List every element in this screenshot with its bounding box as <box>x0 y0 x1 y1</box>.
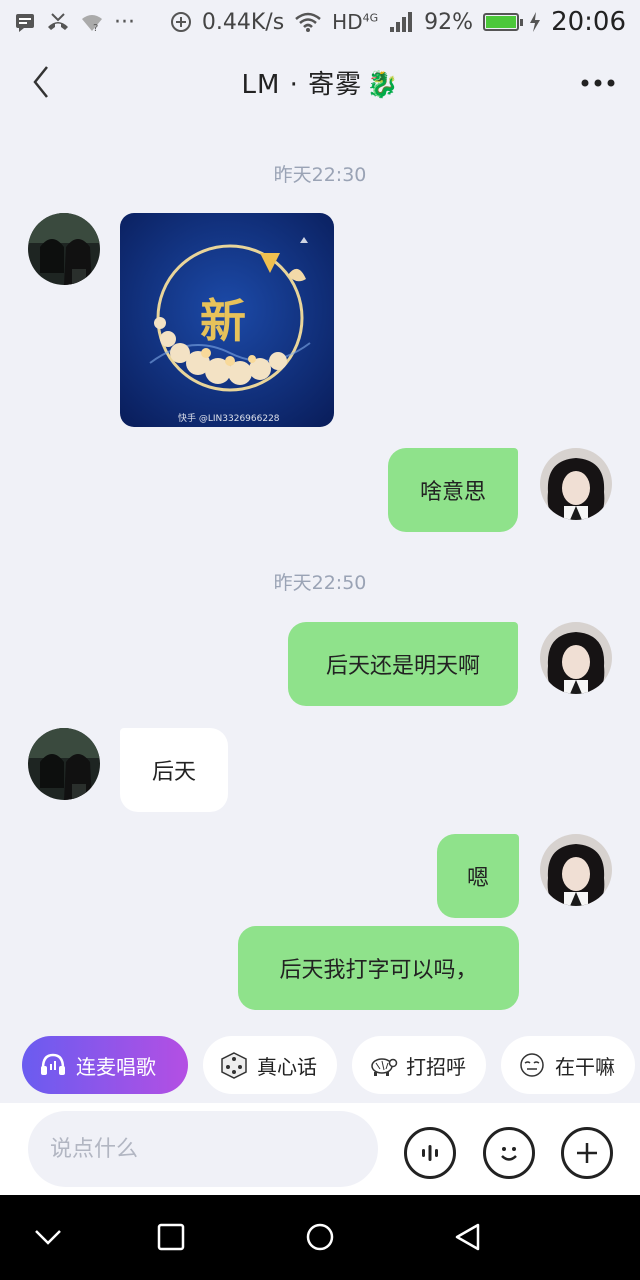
net-speed: 0.44K/s <box>201 9 285 35</box>
avatar-contact[interactable] <box>28 728 100 800</box>
system-nav-bar <box>0 1195 640 1280</box>
chat-header: LM · 寄雾 🐉 <box>0 44 640 120</box>
message-text: 啥意思 <box>419 480 486 505</box>
wifi-icon <box>294 11 322 33</box>
more-options-button[interactable] <box>578 68 618 98</box>
image-watermark: 快手 @LIN3326966228 <box>178 412 280 424</box>
triangle-back-icon <box>455 1223 480 1251</box>
battery-percent: 92% <box>424 9 474 35</box>
page-title: LM · 寄雾 🐉 <box>241 64 398 101</box>
contact-avatar-image <box>28 728 100 800</box>
contact-avatar-image <box>28 213 100 285</box>
home-button[interactable] <box>300 1217 340 1257</box>
voice-button[interactable] <box>404 1127 456 1179</box>
dragon-icon: 🐉 <box>366 69 399 100</box>
face-icon <box>517 1050 547 1080</box>
smiley-icon <box>501 1147 517 1161</box>
message-text: 后天我打字可以吗， <box>279 958 478 983</box>
avatar-self[interactable] <box>540 448 612 520</box>
quick-action-greet[interactable]: 打招呼 <box>352 1036 486 1094</box>
quick-action-truth[interactable]: 真心话 <box>203 1036 337 1094</box>
square-icon <box>157 1223 185 1251</box>
message-bubble-me[interactable]: 后天还是明天啊 <box>288 622 518 706</box>
voice-wave-icon <box>422 1145 438 1161</box>
back-button[interactable] <box>26 62 56 102</box>
system-back-button[interactable] <box>448 1217 488 1257</box>
self-avatar-image <box>540 448 612 520</box>
message-bubble-me[interactable]: 嗯 <box>437 834 519 918</box>
quick-action-sing[interactable]: 连麦唱歌 <box>22 1036 188 1094</box>
message-text: 嗯 <box>466 866 489 891</box>
image-character: 新 <box>200 294 246 348</box>
message-text: 后天 <box>151 760 196 785</box>
chip-label: 在干嘛 <box>555 1054 615 1079</box>
wifi-unknown-icon: ? <box>80 11 104 33</box>
plus-icon <box>577 1143 597 1163</box>
hide-keyboard-button[interactable] <box>28 1217 68 1257</box>
data-saver-icon <box>170 11 192 33</box>
quick-action-whatsup[interactable]: 在干嘛 <box>501 1036 635 1094</box>
more-notifications-icon: ··· <box>114 9 135 35</box>
avatar-self[interactable] <box>540 622 612 694</box>
circle-icon <box>306 1223 334 1251</box>
more-horizontal-icon <box>581 79 615 87</box>
battery-level-fill <box>486 16 516 28</box>
message-notification-icon <box>14 11 36 33</box>
status-bar: ? ··· 0.44K/s HD4G 92% 20:06 <box>0 0 640 44</box>
chevron-left-icon <box>33 66 48 98</box>
timestamp: 昨天22:30 <box>273 164 367 186</box>
avatar-self[interactable] <box>540 834 612 906</box>
chip-label: 真心话 <box>257 1054 317 1079</box>
charging-icon <box>529 11 541 33</box>
greeting-card-image: 新 快手 @LIN3326966228 <box>120 213 334 427</box>
network-type: HD4G <box>332 10 379 34</box>
message-bubble-me[interactable]: 后天我打字可以吗， <box>238 926 519 1010</box>
avatar-contact[interactable] <box>28 213 100 285</box>
recents-button[interactable] <box>151 1217 191 1257</box>
chevron-down-icon <box>35 1230 61 1245</box>
chat-title: LM · 寄雾 <box>241 69 363 100</box>
chip-label: 连麦唱歌 <box>76 1054 156 1079</box>
message-input[interactable] <box>28 1111 378 1187</box>
chip-label: 打招呼 <box>406 1054 466 1079</box>
clock: 20:06 <box>551 7 626 37</box>
turtle-icon <box>368 1050 398 1080</box>
message-composer <box>0 1103 640 1195</box>
emoji-button[interactable] <box>483 1127 535 1179</box>
self-avatar-image <box>540 622 612 694</box>
timestamp: 昨天22:50 <box>273 572 367 594</box>
message-bubble-them[interactable]: 后天 <box>120 728 228 812</box>
missed-call-icon <box>46 11 70 33</box>
self-avatar-image <box>540 834 612 906</box>
image-message[interactable]: 新 快手 @LIN3326966228 <box>120 213 334 427</box>
quick-actions-bar: 连麦唱歌 真心话 打招呼 在干嘛 <box>0 1030 640 1102</box>
message-bubble-me[interactable]: 啥意思 <box>388 448 518 532</box>
message-text: 后天还是明天啊 <box>325 654 480 679</box>
svg-text:?: ? <box>93 23 98 33</box>
signal-icon <box>388 11 414 33</box>
battery-icon <box>483 13 524 31</box>
headphones-icon <box>38 1050 68 1080</box>
add-attachment-button[interactable] <box>561 1127 613 1179</box>
dice-icon <box>219 1050 249 1080</box>
network-gen: 4G <box>362 11 379 25</box>
